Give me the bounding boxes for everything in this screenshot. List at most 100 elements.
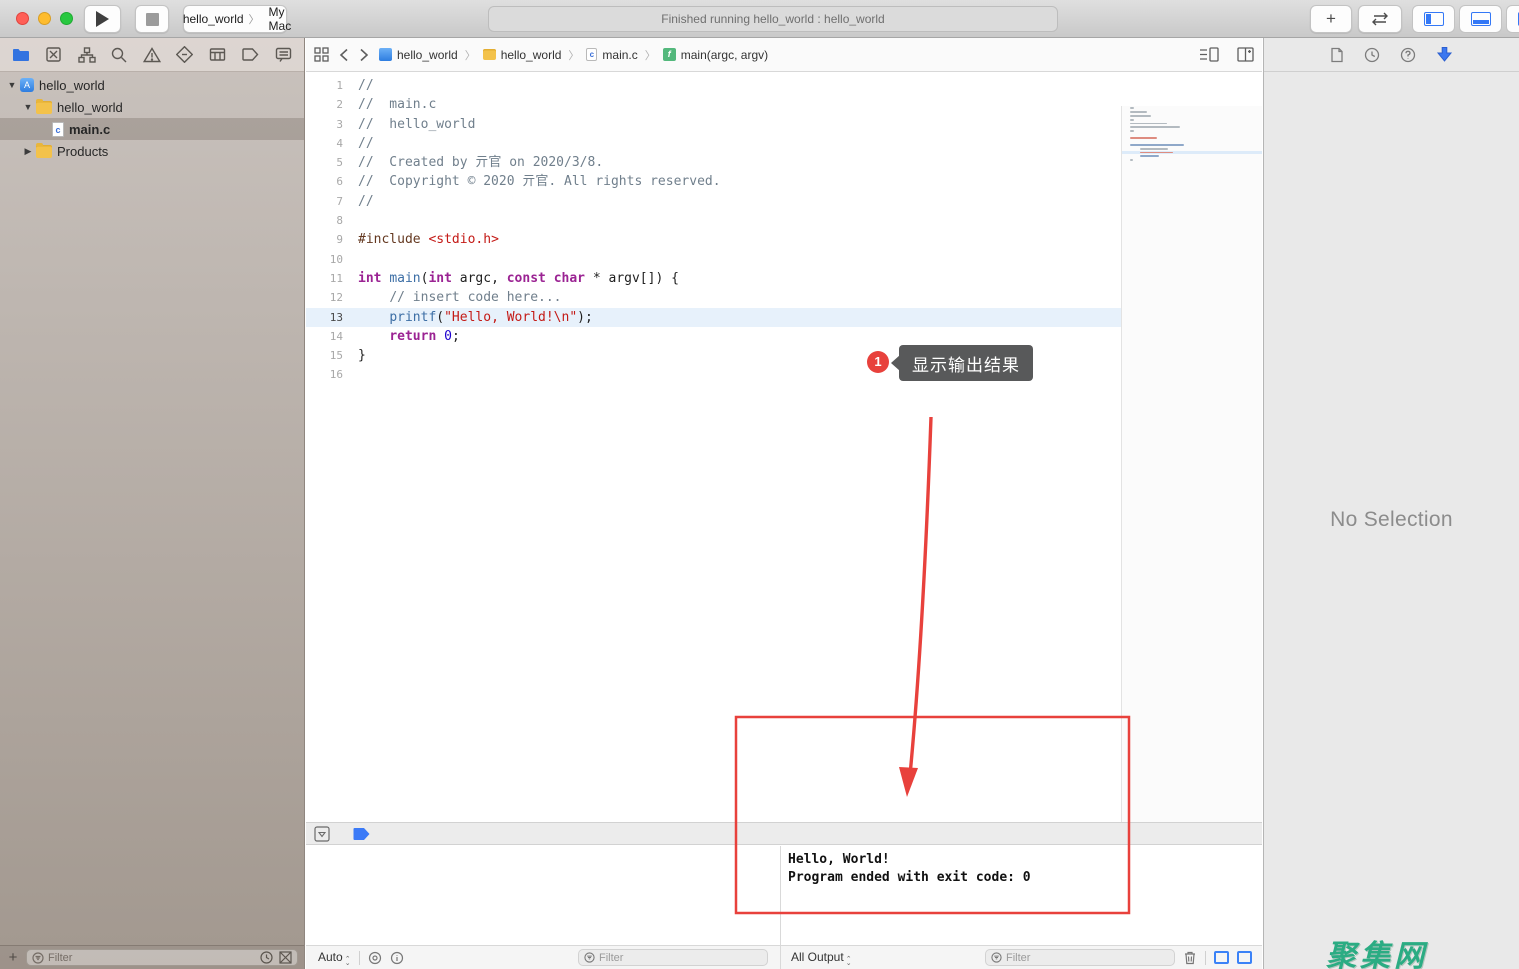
console-pane-toggle-icon[interactable]: [1237, 951, 1252, 964]
chevron-updown-icon: ⌃⌄: [846, 958, 852, 966]
breadcrumb[interactable]: hello_world〉hello_world〉main.c〉main(argc…: [379, 47, 768, 63]
add-file-button[interactable]: +: [6, 949, 20, 966]
toggle-inspector-button[interactable]: [1506, 5, 1519, 33]
line-number[interactable]: 12: [306, 288, 343, 307]
tree-item-main.c[interactable]: main.c: [0, 118, 304, 140]
go-forward-button[interactable]: [359, 48, 369, 62]
line-number[interactable]: 7: [306, 192, 343, 211]
line-number[interactable]: 6: [306, 172, 343, 191]
info-icon[interactable]: [390, 951, 404, 965]
code-text: // Created by 亓官 on 2020/3/8.: [343, 153, 603, 172]
console-line: Hello, World!: [788, 851, 1262, 869]
inspector-tab-bar: [1264, 38, 1519, 72]
source-control-status-icon[interactable]: [279, 951, 292, 964]
breakpoints-toggle-icon[interactable]: [352, 827, 371, 841]
line-number[interactable]: 13: [306, 308, 343, 327]
breadcrumb-separator: 〉: [568, 47, 579, 63]
run-button[interactable]: [84, 5, 121, 33]
variables-view[interactable]: [306, 846, 781, 945]
console-output[interactable]: Hello, World! Program ended with exit co…: [781, 846, 1262, 945]
adjust-editor-options-icon[interactable]: [1199, 47, 1219, 62]
line-number[interactable]: 1: [306, 76, 343, 95]
add-editor-icon[interactable]: [1237, 47, 1254, 62]
window-titlebar: hello_world 〉 My Mac Finished running he…: [0, 0, 1519, 38]
navigator-tab-bar: [0, 38, 304, 72]
filter-placeholder: Filter: [48, 952, 72, 964]
disclosure-triangle-icon[interactable]: ▼: [22, 102, 34, 112]
toggle-navigator-button[interactable]: [1412, 5, 1455, 33]
navigator-filter-field[interactable]: Filter: [26, 949, 298, 966]
disclosure-triangle-icon[interactable]: ▼: [6, 80, 18, 90]
breadcrumb-item[interactable]: hello_world: [397, 48, 458, 62]
console-filter-field[interactable]: Filter: [985, 949, 1175, 966]
line-number[interactable]: 8: [306, 211, 343, 230]
navigator-filter-bar: + Filter: [0, 945, 304, 969]
code-line-14: 14 return 0;: [306, 327, 1121, 346]
line-number[interactable]: 11: [306, 269, 343, 288]
project-navigator-tab[interactable]: [10, 44, 32, 66]
blue-download-arrow-icon[interactable]: [1436, 46, 1453, 63]
source-control-navigator-tab[interactable]: [43, 44, 65, 66]
code-line-4: 4//: [306, 134, 1121, 153]
issue-navigator-tab[interactable]: [141, 44, 163, 66]
disclosure-triangle-icon[interactable]: ▶: [22, 146, 34, 157]
folder-icon: [36, 145, 52, 158]
tree-item-hello_world[interactable]: ▼hello_world: [0, 74, 304, 96]
stop-button[interactable]: [135, 5, 169, 33]
scope-dropdown[interactable]: Auto⌃⌄: [318, 950, 351, 966]
debug-navigator-tab[interactable]: [207, 44, 229, 66]
line-number[interactable]: 10: [306, 250, 343, 269]
line-number[interactable]: 16: [306, 365, 343, 384]
code-lines: 1//2// main.c3// hello_world4//5// Creat…: [306, 76, 1121, 385]
line-number[interactable]: 5: [306, 153, 343, 172]
variables-pane-toggle-icon[interactable]: [1214, 951, 1229, 964]
close-window-button[interactable]: [16, 12, 29, 25]
console-scope-dropdown[interactable]: All Output⌃⌄: [791, 950, 852, 966]
code-line-10: 10: [306, 250, 1121, 269]
line-number[interactable]: 9: [306, 230, 343, 249]
test-navigator-tab[interactable]: [174, 44, 196, 66]
symbol-navigator-tab[interactable]: [76, 44, 98, 66]
minimize-window-button[interactable]: [38, 12, 51, 25]
plus-icon: +: [1326, 9, 1336, 29]
recent-files-clock-icon[interactable]: [260, 951, 273, 964]
line-number[interactable]: 4: [306, 134, 343, 153]
history-inspector-icon[interactable]: [1364, 47, 1380, 63]
debug-area: Hello, World! Program ended with exit co…: [306, 846, 1262, 945]
tree-item-Products[interactable]: ▶Products: [0, 140, 304, 162]
find-navigator-tab[interactable]: [108, 44, 130, 66]
report-navigator-tab[interactable]: [272, 44, 294, 66]
editor-mode-button[interactable]: [1358, 5, 1402, 33]
line-number[interactable]: 3: [306, 115, 343, 134]
swap-arrows-icon: [1369, 12, 1391, 26]
scheme-selector[interactable]: hello_world 〉 My Mac: [183, 5, 287, 33]
file-inspector-icon[interactable]: [1330, 47, 1344, 63]
editor-minimap[interactable]: [1121, 106, 1262, 822]
func-breadcrumb-icon: [663, 48, 676, 61]
clear-console-trash-icon[interactable]: [1183, 950, 1197, 965]
line-number[interactable]: 15: [306, 346, 343, 365]
line-number[interactable]: 2: [306, 95, 343, 114]
variables-filter-field[interactable]: Filter: [578, 949, 768, 966]
related-items-icon[interactable]: [314, 47, 329, 62]
tree-item-hello_world[interactable]: ▼hello_world: [0, 96, 304, 118]
quick-help-inspector-icon[interactable]: [1400, 47, 1416, 63]
zoom-window-button[interactable]: [60, 12, 73, 25]
navigator-sidebar: ▼hello_world▼hello_worldmain.c▶Products …: [0, 38, 305, 969]
breakpoint-navigator-tab[interactable]: [239, 44, 261, 66]
source-code-editor[interactable]: 1//2// main.c3// hello_world4//5// Creat…: [306, 72, 1262, 822]
toggle-debug-area-button[interactable]: [1459, 5, 1502, 33]
breadcrumb-item[interactable]: main.c: [602, 48, 637, 62]
go-back-button[interactable]: [339, 48, 349, 62]
hide-debug-area-icon[interactable]: [314, 826, 330, 842]
line-number[interactable]: 14: [306, 327, 343, 346]
breadcrumb-item[interactable]: main(argc, argv): [681, 48, 768, 62]
library-button[interactable]: +: [1310, 5, 1352, 33]
minimap-code-bar: [1130, 123, 1167, 125]
code-text: [343, 365, 358, 384]
code-line-9: 9#include <stdio.h>: [306, 230, 1121, 249]
breadcrumb-item[interactable]: hello_world: [501, 48, 562, 62]
show-only-variables-icon[interactable]: [368, 951, 382, 965]
watermark: 聚集网: [1326, 931, 1428, 969]
code-text: // main.c: [343, 95, 436, 114]
